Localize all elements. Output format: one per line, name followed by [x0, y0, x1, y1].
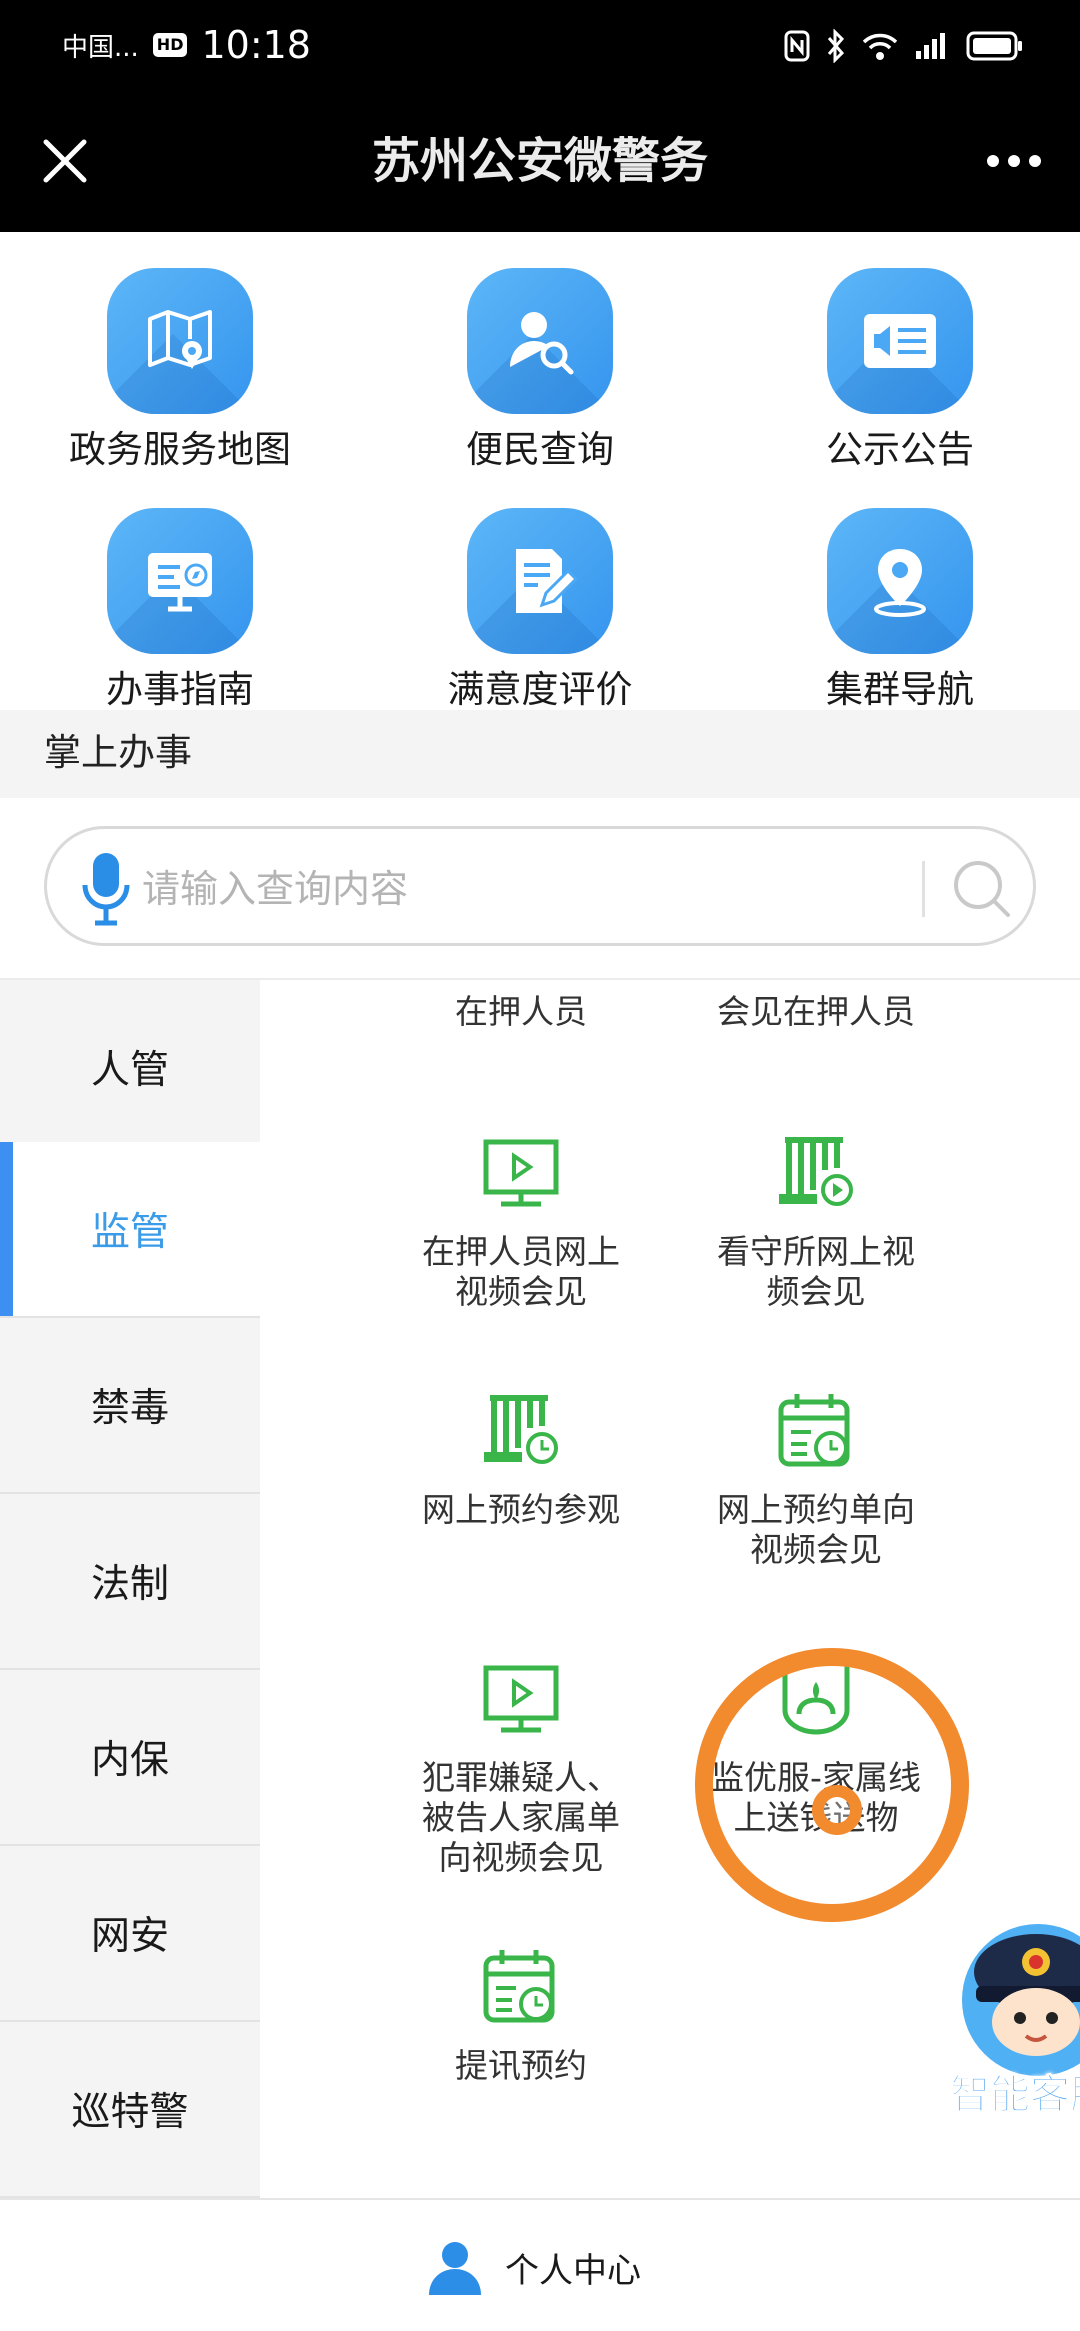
- quick-label: 满意度评价: [447, 668, 633, 711]
- service-label: 在押人员网上视频会见: [422, 1232, 620, 1311]
- category-label: 法制: [90, 1562, 169, 1607]
- search-divider: [922, 861, 925, 917]
- more-dot: [987, 155, 999, 167]
- hd-badge: HD: [152, 33, 188, 57]
- more-button[interactable]: [974, 126, 1054, 196]
- monitor-play-icon: [483, 1139, 559, 1207]
- service-item-visit-booking[interactable]: 网上预约参观: [371, 1388, 671, 1530]
- clock: 10:18: [201, 23, 311, 67]
- quick-item-navigation[interactable]: 集群导航: [750, 508, 1050, 716]
- user-search-icon: [467, 268, 613, 414]
- category-item-internal-security[interactable]: 内保: [0, 1670, 260, 1846]
- category-item-legal[interactable]: 法制: [0, 1494, 260, 1670]
- nfc-icon: [784, 30, 810, 62]
- guide-icon: [107, 508, 253, 654]
- search-area: [0, 798, 1080, 978]
- service-label: 会见在押人员: [717, 992, 915, 1031]
- service-label: 看守所网上视频会见: [717, 1232, 915, 1311]
- more-dot: [1029, 155, 1041, 167]
- service-label: 犯罪嫌疑人、被告人家属单向视频会见: [422, 1758, 620, 1877]
- signal-icon: [916, 33, 945, 59]
- category-item-people[interactable]: 人管: [0, 980, 260, 1156]
- service-item-suspect-family-video[interactable]: 犯罪嫌疑人、被告人家属单向视频会见: [371, 1656, 671, 1878]
- service-item[interactable]: 会见在押人员: [666, 980, 966, 1032]
- status-icons: [784, 26, 1024, 66]
- tap-point-marker: [812, 1785, 862, 1835]
- carrier-name: 中国...: [62, 32, 139, 63]
- bars-clock-icon: [484, 1395, 558, 1464]
- service-label: 网上预约单向视频会见: [717, 1490, 915, 1569]
- quick-label: 便民查询: [466, 428, 614, 471]
- assistant-label[interactable]: 智能客服: [950, 2062, 1080, 2120]
- search-box: [44, 826, 1036, 946]
- category-label: 人管: [90, 1048, 169, 1093]
- more-dot: [1008, 155, 1020, 167]
- personal-center-label: 个人中心: [505, 2250, 641, 2291]
- personal-center-button[interactable]: 个人中心: [425, 2234, 641, 2300]
- quick-item-satisfaction[interactable]: 满意度评价: [390, 508, 690, 716]
- service-label: 提讯预约: [455, 2046, 587, 2085]
- quick-label: 集群导航: [826, 668, 974, 711]
- search-icon[interactable]: [944, 851, 1020, 927]
- service-label: 在押人员: [455, 992, 587, 1031]
- bars-play-icon: [779, 1137, 853, 1206]
- category-sidebar: 人管 监管 禁毒 法制 内保 网安 巡特警: [0, 980, 260, 2198]
- service-item-interrogation-booking[interactable]: 提讯预约: [371, 1944, 671, 2086]
- status-bar: 中国... HD 10:18: [0, 0, 1080, 90]
- user-icon: [429, 2242, 481, 2295]
- calendar-clock-icon: [483, 1950, 555, 2023]
- status-left: 中国... HD 10:18: [62, 22, 311, 68]
- category-item-patrol[interactable]: 巡特警: [0, 2022, 260, 2198]
- quick-item-guide[interactable]: 办事指南: [30, 508, 330, 716]
- location-pin-icon: [827, 508, 973, 654]
- battery-icon: [966, 31, 1022, 61]
- category-item-narcotics[interactable]: 禁毒: [0, 1318, 260, 1494]
- category-label: 网安: [90, 1914, 169, 1959]
- page-title: 苏州公安微警务: [371, 133, 708, 189]
- category-label: 巡特警: [71, 2090, 189, 2135]
- service-item[interactable]: 在押人员: [371, 980, 671, 1032]
- quick-label: 政务服务地图: [69, 428, 291, 471]
- map-icon: [107, 268, 253, 414]
- announcement-icon: [827, 268, 973, 414]
- section-title: 掌上办事: [44, 731, 192, 774]
- quick-services-grid: 政务服务地图 便民查询 公示公告 办事指南 满意度评价 集群导航: [0, 232, 1080, 711]
- category-item-supervision[interactable]: 监管: [0, 1142, 260, 1318]
- title-bar: 苏州公安微警务: [0, 90, 1080, 232]
- microphone-icon[interactable]: [77, 851, 137, 927]
- quick-item-citizen-query[interactable]: 便民查询: [390, 268, 690, 476]
- quick-item-announcement[interactable]: 公示公告: [750, 268, 1050, 476]
- edit-review-icon: [467, 508, 613, 654]
- category-label: 监管: [90, 1210, 169, 1255]
- calendar-clock-icon: [778, 1394, 850, 1467]
- monitor-play-icon: [483, 1665, 559, 1733]
- wifi-icon: [862, 33, 898, 60]
- category-label: 内保: [90, 1738, 169, 1783]
- robot-assistant-icon[interactable]: [950, 1910, 1080, 2086]
- quick-item-service-map[interactable]: 政务服务地图: [30, 268, 330, 476]
- bottom-bar: 个人中心: [0, 2198, 1080, 2331]
- quick-label: 办事指南: [106, 668, 254, 711]
- search-input[interactable]: [142, 857, 922, 921]
- service-item-video-visit[interactable]: 在押人员网上视频会见: [371, 1130, 671, 1312]
- service-item-oneway-video-booking[interactable]: 网上预约单向视频会见: [666, 1388, 966, 1570]
- service-item-detention-video[interactable]: 看守所网上视频会见: [666, 1130, 966, 1312]
- category-item-cyber[interactable]: 网安: [0, 1846, 260, 2022]
- bluetooth-icon: [827, 29, 845, 63]
- section-header: 掌上办事: [0, 710, 1080, 798]
- quick-label: 公示公告: [826, 428, 974, 471]
- category-label: 禁毒: [90, 1386, 169, 1431]
- service-label: 网上预约参观: [422, 1490, 620, 1529]
